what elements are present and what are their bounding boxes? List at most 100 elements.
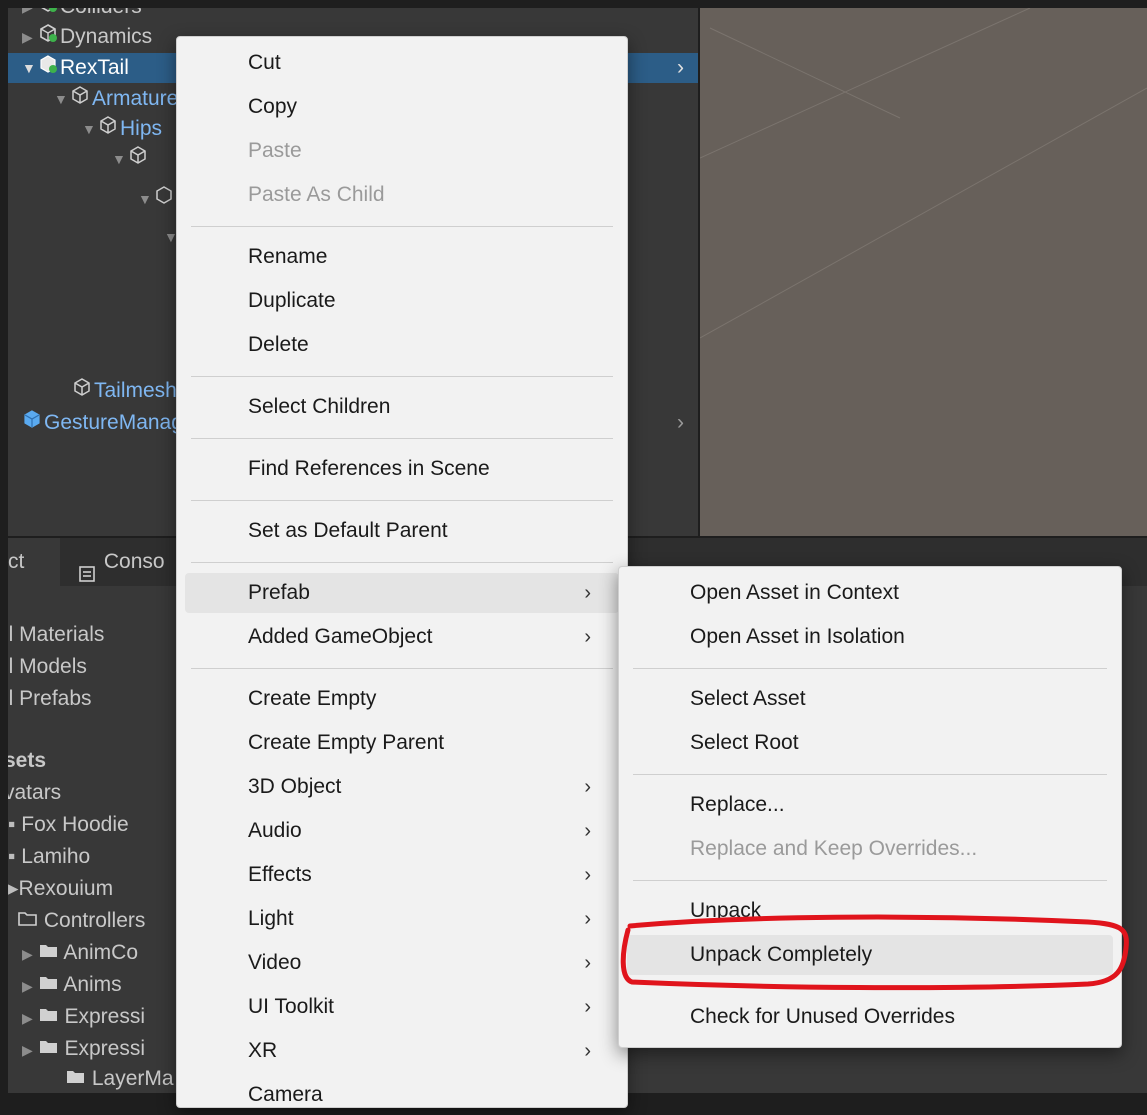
folder-label: Fox Hoodie xyxy=(21,813,129,836)
menu-item-cut[interactable]: Cut xyxy=(185,43,619,83)
menu-separator xyxy=(633,774,1107,775)
menu-item-3d-object[interactable]: 3D Object › xyxy=(185,767,619,807)
menu-item-delete[interactable]: Delete xyxy=(185,325,619,365)
menu-separator xyxy=(191,562,613,563)
folder-label: Expressi xyxy=(64,1005,145,1028)
menu-item-xr[interactable]: XR › xyxy=(185,1031,619,1071)
menu-item-select-asset[interactable]: Select Asset xyxy=(627,679,1113,719)
hierarchy-item[interactable]: ▼ Hips xyxy=(82,114,162,144)
folder-item[interactable]: Controllers xyxy=(18,906,145,936)
menu-item-label: Added GameObject xyxy=(248,625,433,648)
prefab-cube-icon xyxy=(38,53,60,83)
menu-item-find-references[interactable]: Find References in Scene xyxy=(185,449,619,489)
hierarchy-item-label: Tailmesh xyxy=(94,379,177,402)
expand-arrow-icon[interactable]: ▶ xyxy=(22,1042,33,1058)
menu-item-open-asset-in-isolation[interactable]: Open Asset in Isolation xyxy=(627,617,1113,657)
console-icon xyxy=(78,553,98,583)
menu-item-create-empty-parent[interactable]: Create Empty Parent xyxy=(185,723,619,763)
menu-item-set-default-parent[interactable]: Set as Default Parent xyxy=(185,511,619,551)
menu-item-select-root[interactable]: Select Root xyxy=(627,723,1113,763)
menu-item-copy[interactable]: Copy xyxy=(185,87,619,127)
hierarchy-item[interactable]: Tailmesh xyxy=(72,376,177,406)
menu-item-unpack[interactable]: Unpack xyxy=(627,891,1113,931)
menu-item-effects[interactable]: Effects › xyxy=(185,855,619,895)
hierarchy-item[interactable]: ▼ xyxy=(138,184,176,214)
tab-console[interactable]: Conso xyxy=(78,538,165,586)
menu-item-duplicate[interactable]: Duplicate xyxy=(185,281,619,321)
folder-item[interactable]: ▶ Expressi xyxy=(22,1002,145,1032)
menu-item-label: Cut xyxy=(248,51,281,74)
collapse-arrow-icon[interactable]: ▼ xyxy=(112,144,128,174)
collapse-arrow-icon[interactable]: ▼ xyxy=(138,184,154,214)
menu-item-label: Select Root xyxy=(690,731,799,754)
gameobject-cube-icon xyxy=(70,84,92,114)
favorite-item[interactable]: ll Prefabs xyxy=(8,684,92,714)
menu-item-select-children[interactable]: Select Children xyxy=(185,387,619,427)
chevron-right-icon[interactable]: › xyxy=(677,53,684,83)
gameobject-cube-icon xyxy=(98,114,120,144)
menu-item-ui-toolkit[interactable]: UI Toolkit › xyxy=(185,987,619,1027)
folder-item[interactable]: ▪ Fox Hoodie xyxy=(8,810,129,840)
prefab-cube-icon xyxy=(38,22,60,52)
expand-arrow-icon[interactable]: ▶ xyxy=(22,946,33,962)
favorite-item[interactable]: ll Models xyxy=(8,652,87,682)
menu-item-label: Effects xyxy=(248,863,312,886)
expand-arrow-icon[interactable]: ▶ xyxy=(22,8,38,22)
menu-item-audio[interactable]: Audio › xyxy=(185,811,619,851)
menu-separator xyxy=(191,668,613,669)
collapse-arrow-icon[interactable]: ▼ xyxy=(54,84,70,114)
menu-item-label: XR xyxy=(248,1039,278,1062)
tab-project[interactable]: ct xyxy=(8,538,60,586)
gameobject-cube-icon xyxy=(128,144,150,174)
expand-arrow-icon[interactable]: ▶ xyxy=(22,1010,33,1026)
menu-item-label: Create Empty xyxy=(248,687,377,710)
folder-label: vatars xyxy=(8,781,62,804)
collapse-arrow-icon[interactable]: ▼ xyxy=(82,114,98,144)
menu-item-label: Delete xyxy=(248,333,309,356)
menu-item-open-asset-in-context[interactable]: Open Asset in Context xyxy=(627,573,1113,613)
menu-item-prefab[interactable]: Prefab › xyxy=(185,573,619,613)
menu-item-rename[interactable]: Rename xyxy=(185,237,619,277)
folder-item[interactable]: ▶ Anims xyxy=(22,970,122,1000)
folder-label: Rexouium xyxy=(18,877,114,900)
folder-item[interactable]: vatars xyxy=(8,778,61,808)
chevron-right-icon: › xyxy=(584,864,591,886)
menu-item-label: Copy xyxy=(248,95,298,118)
menu-item-label: Paste xyxy=(248,139,302,162)
menu-item-create-empty[interactable]: Create Empty xyxy=(185,679,619,719)
folder-item[interactable]: ▪ Lamiho xyxy=(8,842,90,872)
folder-item[interactable]: ▶ AnimCo xyxy=(22,938,138,968)
menu-item-unpack-completely[interactable]: Unpack Completely xyxy=(627,935,1113,975)
menu-item-label: Replace... xyxy=(690,793,785,816)
assets-header[interactable]: sets xyxy=(8,746,46,776)
hierarchy-item[interactable]: ▼ Armature xyxy=(54,84,178,114)
folder-item[interactable]: LayerMa xyxy=(66,1064,174,1093)
tab-label: Conso xyxy=(103,550,165,573)
folder-item[interactable]: ▸Rexouium xyxy=(8,874,113,904)
menu-item-replace[interactable]: Replace... xyxy=(627,785,1113,825)
folder-item[interactable]: ▶ Expressi xyxy=(22,1034,145,1064)
menu-item-light[interactable]: Light › xyxy=(185,899,619,939)
expand-arrow-icon[interactable]: ▶ xyxy=(22,22,38,52)
chevron-right-icon: › xyxy=(584,1040,591,1062)
chevron-right-icon[interactable]: › xyxy=(677,408,684,438)
favorite-item[interactable]: ll Materials xyxy=(8,620,104,650)
menu-separator xyxy=(633,880,1107,881)
menu-item-check-unused-overrides[interactable]: Check for Unused Overrides xyxy=(627,997,1113,1037)
hierarchy-item[interactable]: ▼ xyxy=(112,144,150,174)
menu-item-label: UI Toolkit xyxy=(248,995,334,1018)
hierarchy-item[interactable]: ▶ Colliders xyxy=(22,8,142,22)
hierarchy-item[interactable]: ▶ Dynamics xyxy=(22,22,182,52)
menu-separator xyxy=(191,226,613,227)
scene-view[interactable] xyxy=(700,8,1147,536)
hierarchy-item-label: Armature xyxy=(92,87,179,110)
menu-item-camera[interactable]: Camera xyxy=(185,1075,619,1115)
folder-icon xyxy=(39,1005,59,1028)
menu-item-video[interactable]: Video › xyxy=(185,943,619,983)
menu-separator xyxy=(191,500,613,501)
collapse-arrow-icon[interactable]: ▼ xyxy=(22,53,38,83)
expand-arrow-icon[interactable]: ▶ xyxy=(22,978,33,994)
menu-item-added-gameobject[interactable]: Added GameObject › xyxy=(185,617,619,657)
menu-item-label: Camera xyxy=(248,1083,323,1106)
menu-item-label: Rename xyxy=(248,245,328,268)
